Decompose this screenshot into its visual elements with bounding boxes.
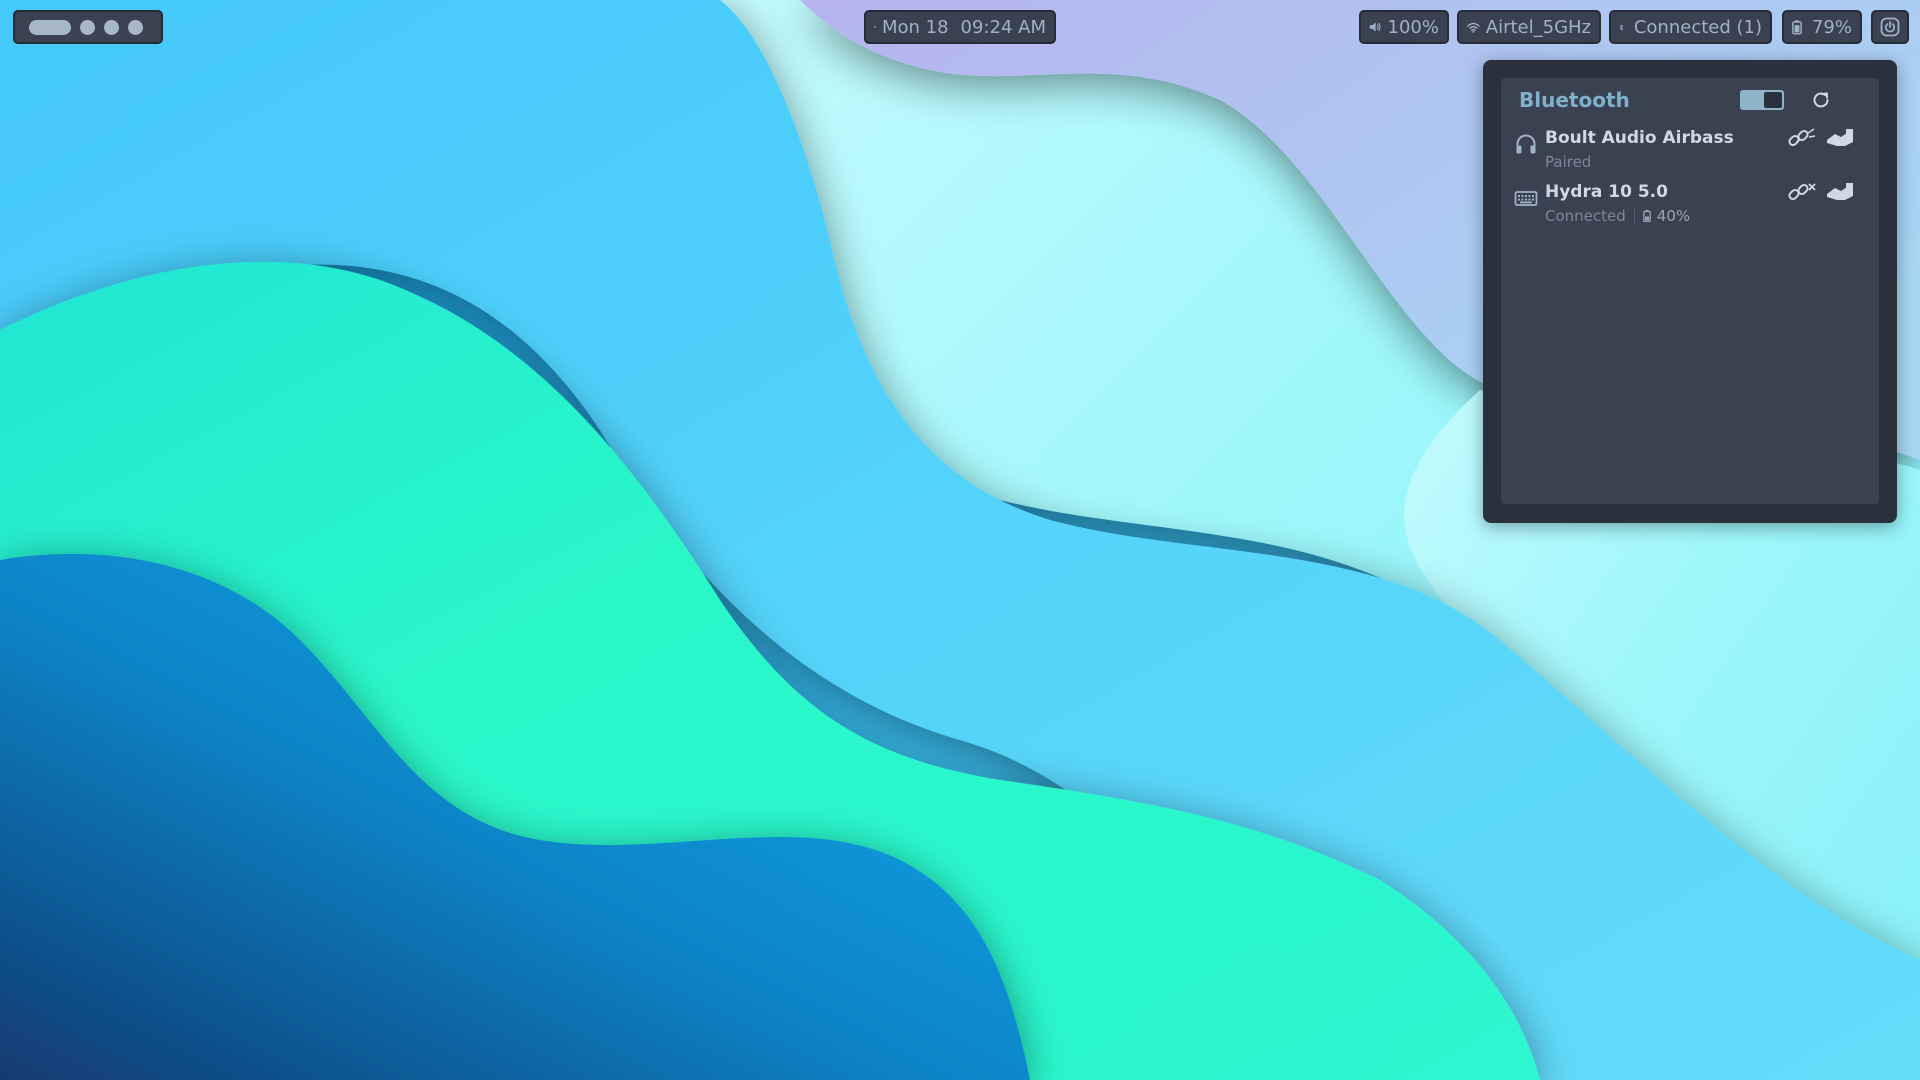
battery-widget[interactable]: 79% [1782,10,1862,44]
workspace-3[interactable] [104,19,119,35]
clock-time: 09:24 AM [960,16,1046,38]
speaker-icon [1369,22,1381,32]
bluetooth-panel-title: Bluetooth [1519,88,1630,112]
device-battery: 40% [1642,207,1691,225]
battery-icon [1642,210,1651,222]
bluetooth-device-row[interactable]: Hydra 10 5.0 Connected 40% [1501,180,1879,232]
disconnect-link-icon[interactable] [1787,182,1817,204]
device-name: Boult Audio Airbass [1545,128,1734,148]
trust-device-icon[interactable] [1825,128,1855,150]
workspace-4[interactable] [128,19,143,35]
keyboard-icon [1514,191,1538,206]
volume-value: 100% [1387,16,1439,38]
wifi-widget[interactable]: Airtel_5GHz [1457,10,1601,44]
status-separator [1633,209,1635,223]
toggle-knob [1764,92,1782,108]
bluetooth-widget[interactable]: Connected (1) [1609,10,1772,44]
clock-date: Mon 18 [881,16,949,38]
device-battery-value: 40% [1656,207,1691,225]
clock-widget[interactable]: Mon 18 09:24 AM [864,10,1056,44]
bluetooth-panel-header: Bluetooth [1501,78,1879,122]
wifi-icon [1467,22,1480,33]
bluetooth-power-toggle[interactable] [1740,90,1784,110]
system-menu-button[interactable] [1871,10,1909,44]
bluetooth-status: Connected (1) [1633,16,1762,38]
bluetooth-device-list: Boult Audio Airbass Paired Hydra 10 5.0 … [1501,122,1879,504]
workspace-2[interactable] [80,19,95,35]
headphones-icon [1516,134,1536,154]
connect-link-icon[interactable] [1787,128,1817,150]
wifi-ssid: Airtel_5GHz [1485,16,1591,38]
device-status: Connected 40% [1545,207,1690,225]
device-status-text: Connected [1545,207,1626,225]
workspace-1-active[interactable] [29,19,71,35]
device-status-text: Paired [1545,153,1592,171]
calendar-icon [874,26,876,29]
bluetooth-panel: Bluetooth Boult Audio Airbass Paired Hyd… [1483,60,1897,523]
device-name: Hydra 10 5.0 [1545,182,1668,202]
trust-device-icon[interactable] [1825,182,1855,204]
refresh-icon[interactable] [1809,88,1833,112]
battery-icon [1792,20,1802,35]
volume-widget[interactable]: 100% [1359,10,1449,44]
workspace-switcher[interactable] [13,10,163,44]
device-status: Paired [1545,153,1591,171]
bluetooth-icon [1619,24,1624,30]
battery-value: 79% [1811,16,1852,38]
bluetooth-device-row[interactable]: Boult Audio Airbass Paired [1501,126,1879,178]
power-settings-icon [1880,17,1900,37]
